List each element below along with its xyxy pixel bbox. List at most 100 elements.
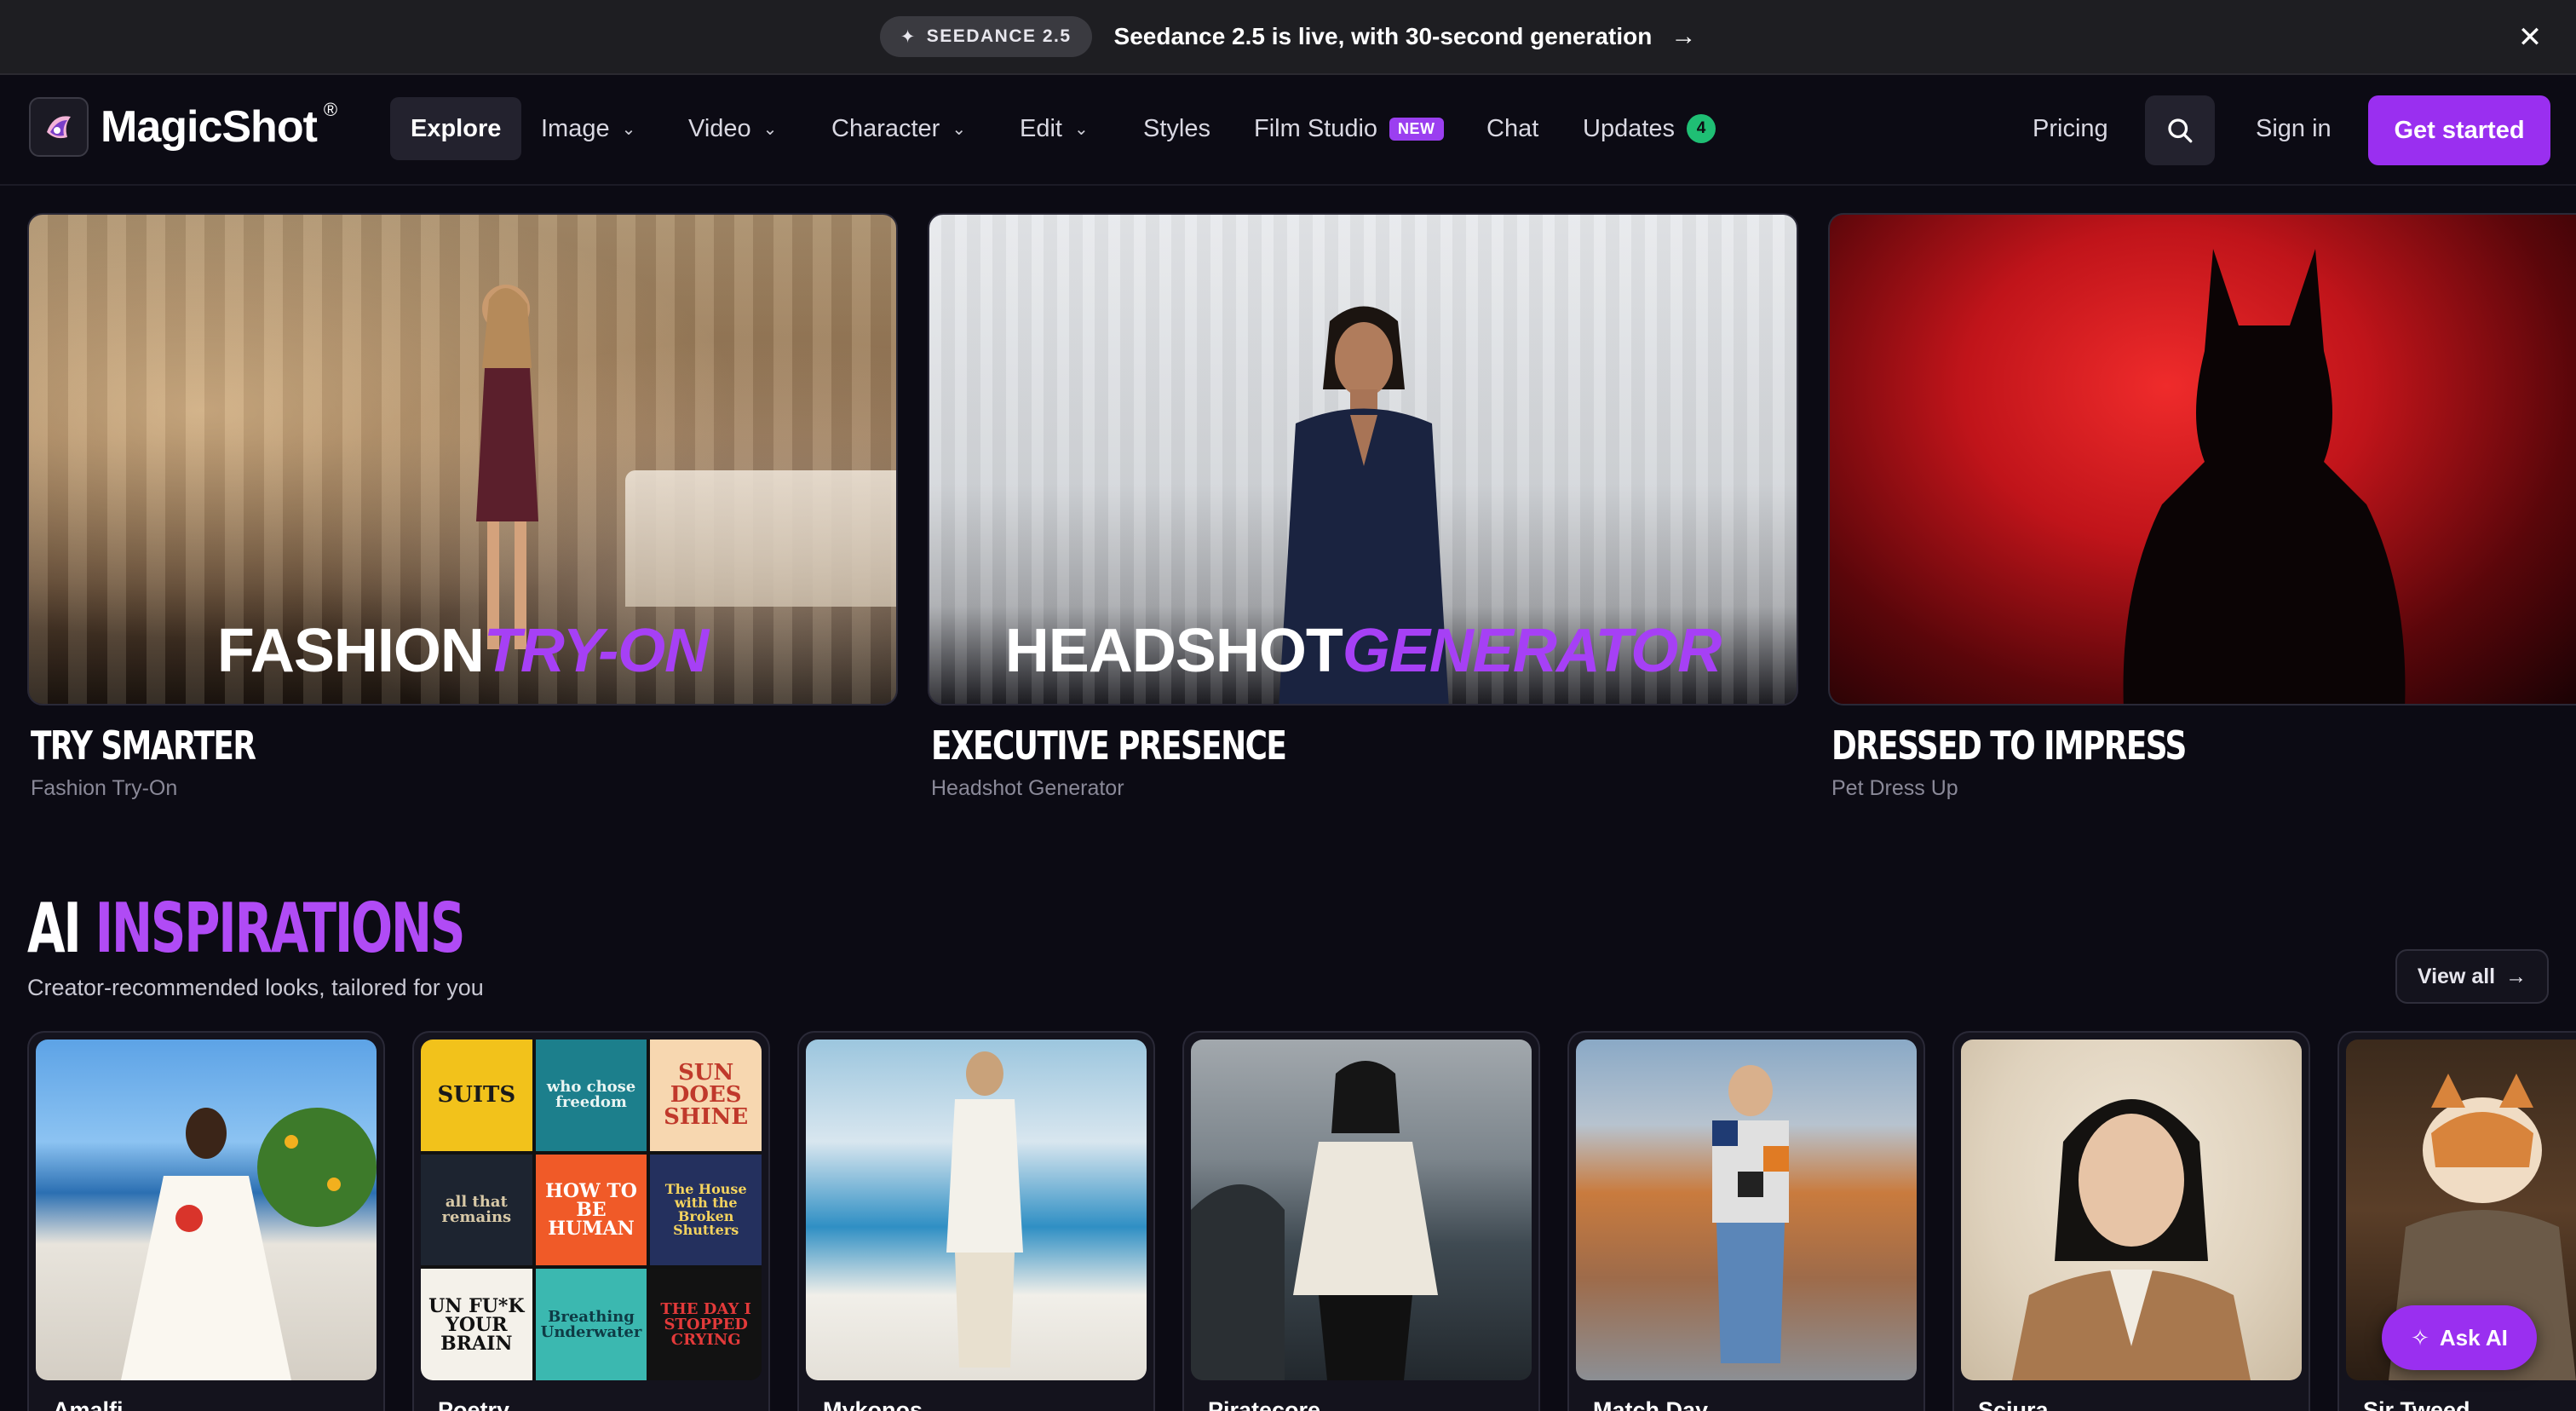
arrow-right-icon[interactable]: → (1670, 22, 1696, 51)
tile-label: Poetry (438, 1397, 510, 1411)
piratecore-image (1191, 1040, 1532, 1380)
feature-subtitle: Headshot Generator (931, 775, 1124, 800)
sciura-image (1961, 1040, 2302, 1380)
tile-label: Sciura (1978, 1397, 2049, 1411)
logo-mark-icon (29, 97, 89, 157)
sign-in-link[interactable]: Sign in (2256, 97, 2332, 160)
bed-image (625, 470, 896, 607)
inspiration-tile[interactable]: Piratecore (1182, 1031, 1540, 1411)
chevron-down-icon: ⌄ (621, 119, 636, 139)
feature-title[interactable]: EXECUTIVE PRESENCE (931, 724, 1287, 768)
feature-overlay-title: HEADSHOTGENERATOR (929, 620, 1797, 682)
woman-in-dress-image (476, 285, 538, 649)
inspiration-tile[interactable]: Match Day (1567, 1031, 1925, 1411)
nav-image-label: Image (541, 114, 610, 142)
inspiration-tile[interactable]: SUITS who chose freedom SUN DOES SHINE a… (412, 1031, 770, 1411)
logo-text: MagicShot (101, 102, 318, 152)
poetry-image: SUITS who chose freedom SUN DOES SHINE a… (421, 1040, 762, 1380)
nav-character-label: Character (831, 114, 940, 142)
inspiration-tile[interactable]: Mykonos (797, 1031, 1155, 1411)
feature-title[interactable]: TRY SMARTER (31, 724, 256, 768)
main-nav: MagicShot ® Explore Image ⌄ Video ⌄ Char… (0, 77, 2576, 186)
nav-chat-label: Chat (1486, 114, 1539, 142)
nav-chat[interactable]: Chat (1486, 97, 1538, 160)
nav-video[interactable]: Video ⌄ (688, 97, 777, 160)
dog-silhouette-image (2123, 249, 2406, 704)
nav-image[interactable]: Image ⌄ (541, 97, 635, 160)
announcement-badge-label: SEEDANCE 2.5 (926, 26, 1072, 46)
book-cover: Breathing Underwater (535, 1269, 647, 1380)
tile-label: Mykonos (823, 1397, 923, 1411)
feature-overlay-title: FASHIONTRY-ON (29, 620, 896, 682)
nav-updates-label: Updates (1583, 114, 1676, 142)
tile-label: Amalfi (53, 1397, 124, 1411)
tile-label: Match Day (1593, 1397, 1709, 1411)
view-all-button[interactable]: View all → (2395, 949, 2549, 1004)
feature-card-fashion-try-on[interactable]: FASHIONTRY-ON (27, 213, 898, 706)
book-cover: HOW TO BE HUMAN (535, 1154, 647, 1266)
sparkles-icon: ✧ (2411, 1324, 2429, 1351)
close-icon[interactable]: ✕ (2511, 19, 2549, 56)
search-button[interactable] (2145, 95, 2215, 165)
nav-styles[interactable]: Styles (1143, 97, 1210, 160)
feature-caption: EXECUTIVE PRESENCE Headshot Generator (931, 724, 1386, 801)
book-cover: UN FU*K YOUR BRAIN (421, 1269, 532, 1380)
overlay-purple-text: GENERATOR (1342, 617, 1722, 685)
book-cover: The House with the Broken Shutters (650, 1154, 762, 1266)
overlay-white-text: HEADSHOT (1004, 617, 1343, 685)
nav-edit-label: Edit (1020, 114, 1062, 142)
announcement-badge: ✦ SEEDANCE 2.5 (879, 16, 1092, 57)
chevron-down-icon: ⌄ (762, 119, 778, 139)
amalfi-image (36, 1040, 377, 1380)
chevron-down-icon: ⌄ (1073, 119, 1089, 139)
nav-explore-label: Explore (411, 114, 502, 142)
view-all-label: View all (2417, 964, 2496, 988)
new-badge: NEW (1389, 117, 1444, 141)
nav-pricing[interactable]: Pricing (2033, 97, 2108, 160)
nav-edit[interactable]: Edit ⌄ (1020, 97, 1089, 160)
ask-ai-button[interactable]: ✧ Ask AI (2382, 1305, 2537, 1370)
feature-card-pet-dress-up[interactable] (1828, 213, 2576, 706)
book-cover: THE DAY I STOPPED CRYING (650, 1269, 762, 1380)
sparkle-icon: ✦ (900, 26, 917, 47)
updates-count-badge: 4 (1687, 114, 1716, 143)
feature-caption: TRY SMARTER Fashion Try-On (31, 724, 319, 801)
nav-character[interactable]: Character ⌄ (831, 97, 966, 160)
feature-title[interactable]: DRESSED TO IMPRESS (1831, 724, 2187, 768)
sign-in-label: Sign in (2256, 114, 2332, 142)
section-title: AI INSPIRATIONS (27, 895, 465, 963)
book-cover: who chose freedom (535, 1040, 647, 1151)
nav-film-studio-label: Film Studio (1254, 114, 1378, 142)
section-title-white: AI (27, 889, 82, 968)
book-cover: SUITS (421, 1040, 532, 1151)
tile-label: Piratecore (1208, 1397, 1321, 1411)
book-cover: all that remains (421, 1154, 532, 1266)
chevron-down-icon: ⌄ (952, 119, 967, 139)
section-subtitle: Creator-recommended looks, tailored for … (27, 975, 484, 1000)
nav-updates[interactable]: Updates 4 (1583, 97, 1716, 160)
nav-styles-label: Styles (1143, 114, 1210, 142)
inspiration-tile[interactable]: Sciura (1952, 1031, 2310, 1411)
nav-explore[interactable]: Explore (390, 97, 522, 160)
feature-caption: DRESSED TO IMPRESS Pet Dress Up (1831, 724, 2286, 801)
nav-film-studio[interactable]: Film Studio NEW (1254, 97, 1444, 160)
arrow-right-icon: → (2505, 964, 2527, 988)
overlay-white-text: FASHION (216, 617, 485, 685)
book-cover: SUN DOES SHINE (650, 1040, 762, 1151)
overlay-purple-text: TRY-ON (483, 617, 709, 685)
logo[interactable]: MagicShot ® (29, 97, 337, 157)
tile-label: Sir Tweed (2363, 1397, 2470, 1411)
feature-subtitle: Fashion Try-On (31, 775, 178, 800)
nav-video-label: Video (688, 114, 751, 142)
registered-icon: ® (323, 99, 338, 120)
inspiration-tile[interactable]: Amalfi (27, 1031, 385, 1411)
announcement-bar[interactable]: ✦ SEEDANCE 2.5 Seedance 2.5 is live, wit… (0, 0, 2576, 75)
announcement-text[interactable]: Seedance 2.5 is live, with 30-second gen… (1114, 23, 1653, 50)
feature-subtitle: Pet Dress Up (1831, 775, 1958, 800)
ask-ai-label: Ask AI (2439, 1324, 2508, 1351)
feature-card-headshot-generator[interactable]: HEADSHOTGENERATOR (928, 213, 1798, 706)
mykonos-image (806, 1040, 1147, 1380)
get-started-button[interactable]: Get started (2368, 95, 2550, 165)
search-icon (2168, 118, 2193, 143)
match-day-image (1576, 1040, 1917, 1380)
